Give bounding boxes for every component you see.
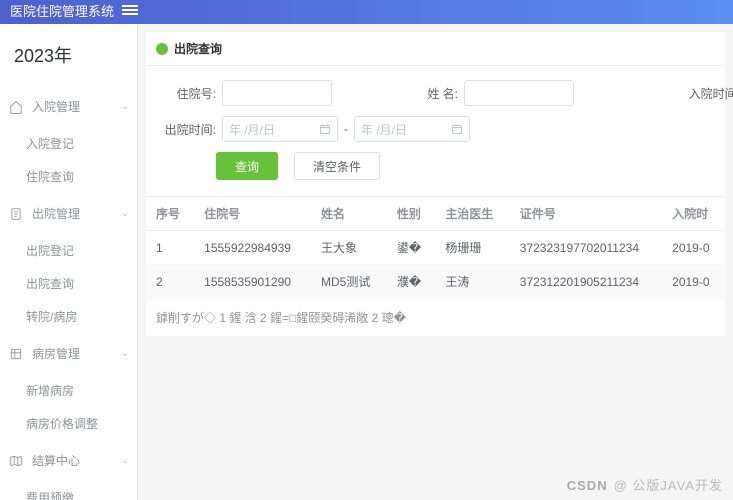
label-in-time: 入院时间:	[684, 85, 733, 102]
menu-item-2-0[interactable]: 新增病房	[0, 374, 137, 407]
chevron-down-icon: ⌄	[121, 208, 129, 219]
menu-item-3-0[interactable]: 费用预缴	[0, 481, 137, 500]
table-header: 姓名	[311, 197, 387, 231]
panel-title: 出院查询	[174, 40, 222, 57]
chevron-down-icon: ⌄	[121, 455, 129, 466]
date-separator: -	[344, 122, 348, 136]
results-table: 序号住院号姓名性别主治医生证件号入院时 11555922984939王大象鍙�杨…	[146, 196, 725, 299]
main-content: 出院查询 住院号: 姓 名: 入院时间: 年 /月/日	[138, 24, 733, 500]
label-out-time: 出院时间:	[160, 121, 216, 138]
app-title: 医院住院管理系统	[10, 1, 114, 20]
menu-group-3[interactable]: 结算中心⌄	[0, 440, 137, 481]
sidebar: 2023年 入院管理⌄入院登记住院查询出院管理⌄出院登记出院查询转院/病房病房管…	[0, 24, 138, 500]
name-input[interactable]	[464, 80, 574, 106]
table-header: 证件号	[510, 197, 662, 231]
hamburger-icon[interactable]	[122, 3, 138, 17]
status-dot-icon	[156, 43, 168, 55]
query-panel: 出院查询 住院号: 姓 名: 入院时间: 年 /月/日	[146, 32, 725, 336]
menu-group-2[interactable]: 病房管理⌄	[0, 333, 137, 374]
search-form: 住院号: 姓 名: 入院时间: 年 /月/日	[146, 66, 725, 190]
label-admission-no: 住院号:	[160, 85, 216, 102]
year-display: 2023年	[0, 24, 137, 86]
out-time-end-input[interactable]: 年 /月/日	[354, 116, 470, 142]
label-name: 姓 名:	[402, 85, 458, 102]
home-icon	[8, 99, 24, 115]
menu-item-1-0[interactable]: 出院登记	[0, 234, 137, 267]
menu-item-2-1[interactable]: 病房价格调整	[0, 407, 137, 440]
table-header: 住院号	[194, 197, 311, 231]
table-header: 主治医生	[435, 197, 509, 231]
admission-no-input[interactable]	[222, 80, 332, 106]
table-row[interactable]: 21558535901290MD5测试濮�王涛37231220190521123…	[146, 265, 725, 299]
menu-item-1-1[interactable]: 出院查询	[0, 267, 137, 300]
menu-item-0-1[interactable]: 住院查询	[0, 160, 137, 193]
panel-header: 出院查询	[146, 32, 725, 66]
clear-button[interactable]: 清空条件	[294, 152, 380, 180]
table-row[interactable]: 11555922984939王大象鍙�杨珊珊372323197702011234…	[146, 231, 725, 265]
menu-group-1[interactable]: 出院管理⌄	[0, 193, 137, 234]
menu-item-1-2[interactable]: 转院/病房	[0, 300, 137, 333]
search-button[interactable]: 查询	[216, 152, 278, 180]
doc-icon	[8, 206, 24, 222]
chevron-down-icon: ⌄	[121, 348, 129, 359]
calendar-icon	[451, 123, 463, 135]
pager-summary: 鎼削すが◇ 1 鍟 浛 2 鍟=□鍟颐癸碍浠敞 2 璁�	[146, 299, 725, 336]
menu-group-0[interactable]: 入院管理⌄	[0, 86, 137, 127]
table-header: 性别	[387, 197, 435, 231]
chevron-down-icon: ⌄	[121, 101, 129, 112]
out-time-start-input[interactable]: 年 /月/日	[222, 116, 338, 142]
ward-icon	[8, 346, 24, 362]
map-icon	[8, 453, 24, 469]
calendar-icon	[319, 123, 331, 135]
app-header: 医院住院管理系统	[0, 0, 733, 20]
menu-item-0-0[interactable]: 入院登记	[0, 127, 137, 160]
table-header: 序号	[146, 197, 194, 231]
table-header: 入院时	[662, 197, 725, 231]
